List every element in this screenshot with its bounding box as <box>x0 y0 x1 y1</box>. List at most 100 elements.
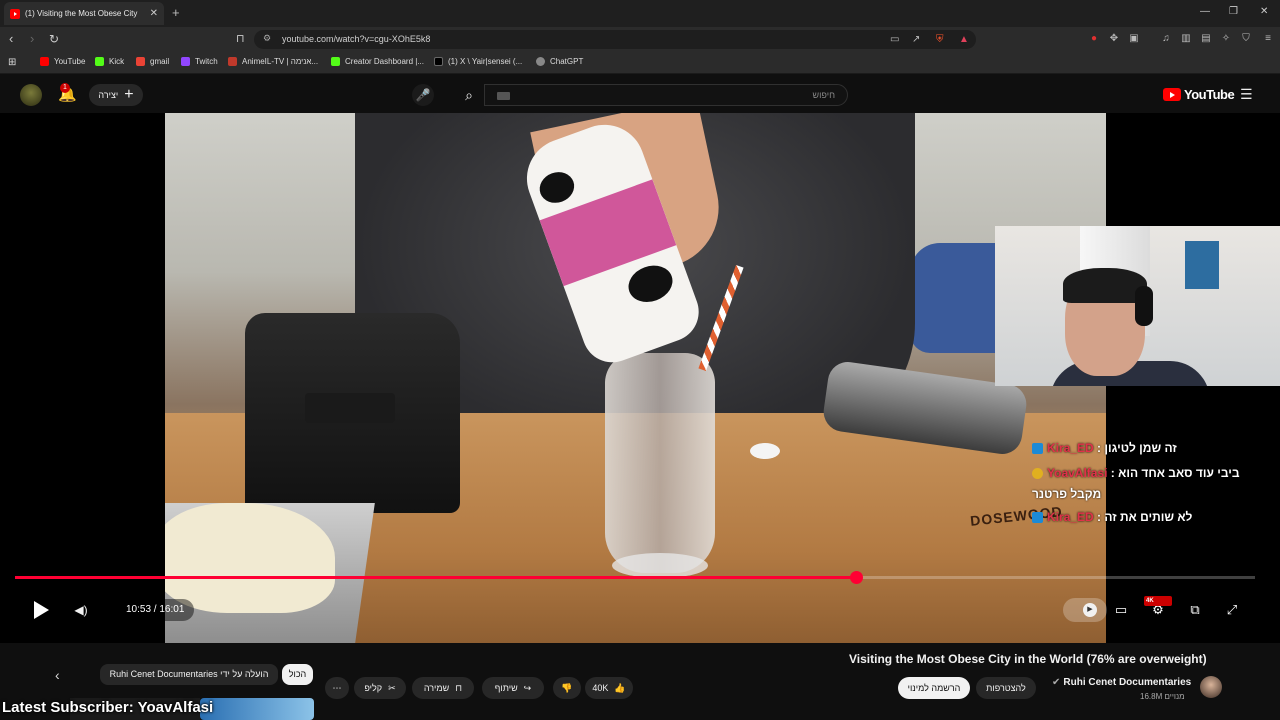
youtube-play-logo-icon <box>1163 88 1181 101</box>
webcam-poster <box>1185 241 1219 289</box>
share-icon: ↪ <box>523 682 532 693</box>
wallet-icon[interactable]: ▤ <box>1200 33 1212 45</box>
clip-button[interactable]: קליפ ✂ <box>354 677 406 699</box>
miniplayer-icon[interactable]: ⧉ <box>1185 601 1205 619</box>
new-tab-button[interactable]: + <box>172 5 180 20</box>
extensions-icon[interactable]: ✥ <box>1108 33 1120 45</box>
chat-text: מקבל פרטנר <box>1032 487 1102 501</box>
bookmark-label: AnimeIL-TV | אנימה... <box>242 57 319 66</box>
bookmark-page-icon[interactable]: ⊓ <box>236 32 245 46</box>
animeil-bookmark-icon <box>228 57 237 66</box>
create-label: יצירה <box>98 90 119 100</box>
like-count: 40K <box>592 683 609 693</box>
chatgpt-bookmark-icon <box>536 57 545 66</box>
account-avatar[interactable] <box>20 84 42 106</box>
bottle-cap <box>750 443 780 459</box>
progress-bar[interactable] <box>15 571 1255 584</box>
subscribe-button[interactable]: הרשמה למינוי <box>898 677 970 699</box>
autoplay-toggle[interactable]: ▶ <box>1063 598 1107 622</box>
keyboard-icon[interactable] <box>497 92 510 100</box>
guide-menu-icon[interactable]: ☰ <box>1240 86 1253 103</box>
chat-separator: : <box>1093 441 1105 455</box>
chat-badge-icon <box>1032 468 1043 480</box>
channel-avatar[interactable] <box>1200 676 1222 698</box>
volume-icon[interactable]: ◀) <box>66 599 96 621</box>
tab-close-icon[interactable]: ✕ <box>150 8 158 19</box>
save-label: שמירה <box>423 683 450 693</box>
cow-spot <box>535 167 579 208</box>
vpn-icon[interactable]: ⛉ <box>1240 33 1252 45</box>
glass-base <box>612 553 708 578</box>
chat-text: לא שותים את זה <box>1104 510 1193 524</box>
browser-menu-icon[interactable]: ≡ <box>1262 33 1274 45</box>
bookmark-youtube[interactable]: YouTube <box>40 57 85 66</box>
chat-badge-icon <box>1032 443 1043 455</box>
back-icon[interactable]: ‹ <box>9 32 13 46</box>
more-actions-button[interactable]: ⋯ <box>325 677 349 699</box>
chat-text: ביבי עוד סאב אחד הוא <box>1118 466 1240 480</box>
chip-all[interactable]: הכול <box>282 664 313 685</box>
bookmark-animeil[interactable]: AnimeIL-TV | אנימה... <box>228 57 318 66</box>
search-input[interactable]: חיפוש <box>484 84 848 106</box>
voice-search-mic-icon[interactable]: 🎤 <box>412 84 434 106</box>
channel-name[interactable]: ✔ Ruhi Cenet Documentaries <box>1052 677 1191 688</box>
reload-icon[interactable]: ↻ <box>49 32 59 46</box>
extension-record-icon[interactable]: ● <box>1088 33 1100 45</box>
sidebar-icon[interactable]: ▥ <box>1180 33 1192 45</box>
close-window-icon[interactable]: ✕ <box>1260 6 1268 17</box>
progress-played <box>15 576 856 579</box>
minimize-icon[interactable]: — <box>1200 6 1210 17</box>
omnibox[interactable]: ⚙ youtube.com/watch?v=cgu-XOhE5k8 ▭ ↗ ⛨ … <box>254 30 976 49</box>
chip-from-channel[interactable]: Ruhi Cenet Documentaries הועלה על ידי <box>100 664 278 685</box>
youtube-logo[interactable]: YouTube <box>1163 87 1235 102</box>
media-icon[interactable]: ♫ <box>1160 33 1172 45</box>
bookmark-twitch[interactable]: Twitch <box>181 57 218 66</box>
search-placeholder: חיפוש <box>812 90 835 100</box>
bookmark-label: Creator Dashboard |... <box>345 57 425 66</box>
bookmark-creator-dashboard[interactable]: Creator Dashboard |... <box>331 57 424 66</box>
gmail-bookmark-icon <box>136 57 145 66</box>
subtitles-icon[interactable]: ▭ <box>1111 601 1131 619</box>
create-button[interactable]: יצירה + <box>89 84 143 106</box>
play-button-icon[interactable] <box>30 600 50 620</box>
bookmark-chatgpt[interactable]: ChatGPT <box>536 57 583 66</box>
chat-message-continued: מקבל פרטנר <box>1032 487 1101 501</box>
bookmarks-bar: ⊞ YouTube Kick gmail Twitch AnimeIL-TV |… <box>0 52 1280 74</box>
chat-message: YoavAlfasi : ביבי עוד סאב אחד הוא <box>1032 466 1240 480</box>
time-display: 10:53 / 16:01 <box>116 599 195 621</box>
youtube-logo-text: YouTube <box>1184 87 1235 102</box>
more-icon: ⋯ <box>332 682 342 693</box>
thumbs-down-icon: 👎 <box>561 682 573 693</box>
dislike-button[interactable]: 👎 <box>553 677 581 699</box>
recommended-thumbnail[interactable] <box>200 698 314 720</box>
brave-shield-icon[interactable]: ⛨ <box>936 34 944 45</box>
chat-badge-icon <box>1032 512 1043 524</box>
scissors-icon: ✂ <box>388 682 396 693</box>
forward-icon[interactable]: › <box>30 32 34 46</box>
bookmark-kick[interactable]: Kick <box>95 57 124 66</box>
screenshot-icon[interactable]: ▣ <box>1128 33 1140 45</box>
progress-scrubber-handle[interactable] <box>849 571 863 584</box>
chat-separator: : <box>1093 510 1105 524</box>
leo-ai-icon[interactable]: ✧ <box>1220 33 1232 45</box>
clip-label: קליפ <box>364 683 383 693</box>
bookmark-label: Twitch <box>195 57 218 66</box>
maximize-icon[interactable]: ❐ <box>1229 6 1238 17</box>
join-button[interactable]: להצטרפות <box>976 677 1036 699</box>
save-button[interactable]: שמירה ⊓ <box>412 677 474 699</box>
bookmark-x[interactable]: (1) X \ Yair|sensei (... <box>434 57 522 66</box>
search-icon[interactable]: ⌕ <box>455 84 483 106</box>
bookmark-gmail[interactable]: gmail <box>136 57 169 66</box>
video-title: Visiting the Most Obese City in the Worl… <box>849 652 1207 666</box>
brave-rewards-icon[interactable]: ▲ <box>959 34 969 45</box>
cast-icon[interactable]: ▭ <box>890 34 899 45</box>
apps-grid-icon[interactable]: ⊞ <box>8 57 16 68</box>
site-info-icon[interactable]: ⚙ <box>263 33 271 44</box>
video-frame[interactable]: DOSEWOOD <box>165 113 1106 643</box>
fullscreen-icon[interactable]: ⤢ <box>1222 601 1242 619</box>
like-button[interactable]: 40K 👍 <box>585 677 633 699</box>
browser-tab[interactable]: (1) Visiting the Most Obese City ✕ <box>4 2 164 25</box>
chips-prev-chevron-icon[interactable]: ‹ <box>55 667 60 683</box>
share-page-icon[interactable]: ↗ <box>912 34 920 45</box>
share-button[interactable]: שיתוף ↪ <box>482 677 544 699</box>
